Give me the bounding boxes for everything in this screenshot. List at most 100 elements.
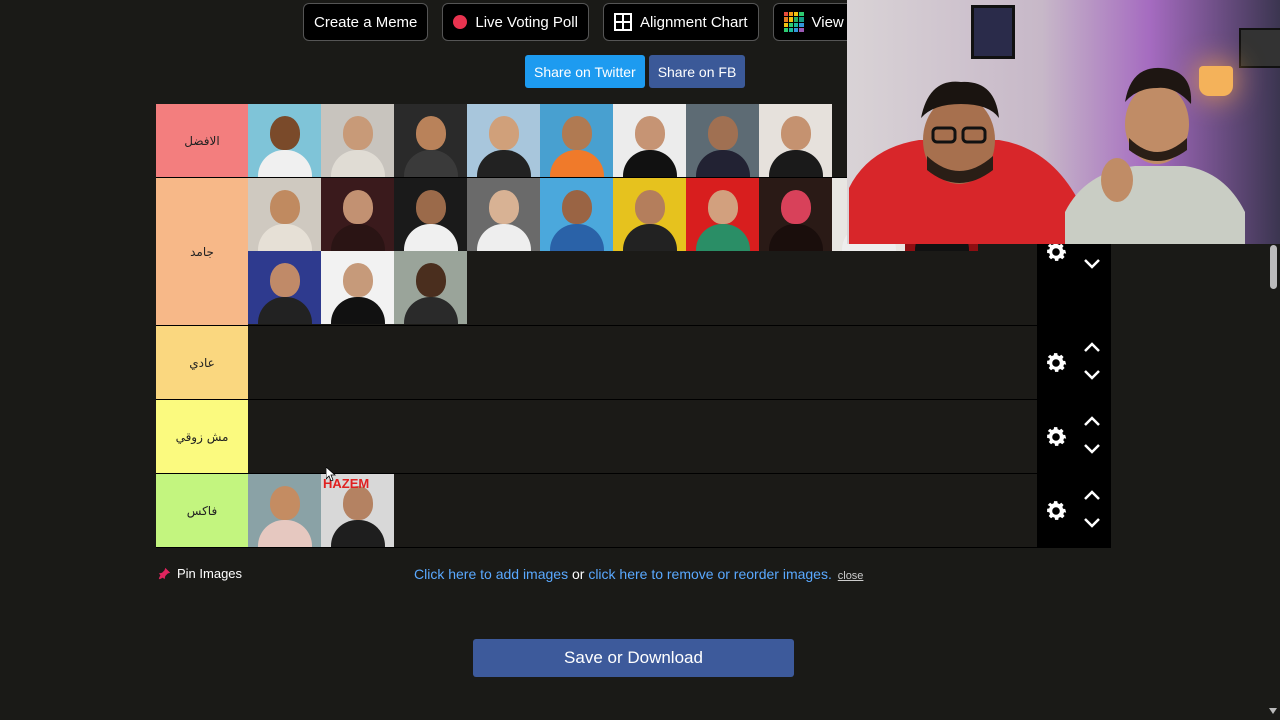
scrollbar-thumb[interactable] bbox=[1270, 245, 1277, 289]
thumbnail-figure bbox=[623, 224, 677, 251]
record-dot-icon bbox=[453, 15, 468, 29]
alignment-chart-label: Alignment Chart bbox=[639, 13, 748, 31]
tier-items[interactable] bbox=[248, 400, 1037, 473]
share-fb-label: Share on FB bbox=[657, 63, 737, 80]
tier-item-image[interactable] bbox=[248, 251, 321, 324]
share-twitter-button[interactable]: Share on Twitter bbox=[525, 55, 645, 88]
add-images-link[interactable]: Click here to add images bbox=[414, 566, 568, 582]
thumbnail-face bbox=[416, 190, 446, 224]
tier-item-image[interactable] bbox=[394, 104, 467, 177]
alignment-chart-button[interactable]: Alignment Chart bbox=[602, 3, 759, 41]
or-text: or bbox=[571, 566, 585, 582]
thumbnail-face bbox=[416, 263, 446, 297]
tier-item-image[interactable] bbox=[248, 474, 321, 547]
tier-item-image[interactable] bbox=[321, 251, 394, 324]
thumbnail-figure bbox=[696, 150, 750, 177]
thumbnail-figure bbox=[769, 224, 823, 251]
gear-icon[interactable] bbox=[1043, 350, 1069, 376]
share-buttons: Share on Twitter Share on FB bbox=[525, 55, 746, 88]
tier-item-image[interactable] bbox=[467, 104, 540, 177]
thumbnail-figure bbox=[331, 150, 385, 177]
tier-item-image[interactable] bbox=[321, 104, 394, 177]
create-meme-label: Create a Meme bbox=[314, 13, 418, 31]
thumbnail-face bbox=[562, 190, 592, 224]
thumbnail-face bbox=[708, 190, 738, 224]
tier-item-image[interactable] bbox=[686, 178, 759, 251]
tier-label[interactable]: جامد bbox=[156, 178, 248, 325]
tier-item-image[interactable] bbox=[248, 104, 321, 177]
tier-item-image[interactable] bbox=[686, 104, 759, 177]
thumbnail-face bbox=[343, 263, 373, 297]
chevron-up-icon[interactable] bbox=[1083, 415, 1101, 427]
tier-item-image[interactable] bbox=[613, 104, 686, 177]
chevron-down-icon[interactable] bbox=[1083, 258, 1101, 270]
tier-row: عادي bbox=[156, 326, 1111, 400]
thumbnail-figure bbox=[404, 150, 458, 177]
thumbnail-face bbox=[270, 486, 300, 520]
page-scrollbar[interactable] bbox=[1266, 244, 1280, 720]
tier-label[interactable]: الافضل bbox=[156, 104, 248, 177]
tier-item-image[interactable] bbox=[759, 178, 832, 251]
tier-item-image[interactable]: HAZEM bbox=[321, 474, 394, 547]
tier-item-image[interactable] bbox=[321, 178, 394, 251]
tier-label[interactable]: عادي bbox=[156, 326, 248, 399]
thumbnail-face bbox=[489, 116, 519, 150]
tier-item-image[interactable] bbox=[394, 251, 467, 324]
chevron-down-icon[interactable] bbox=[1083, 443, 1101, 455]
thumbnail-figure bbox=[404, 224, 458, 251]
tier-row: مش زوقي bbox=[156, 400, 1111, 474]
thumbnail-figure bbox=[477, 224, 531, 251]
wall-picture-frame bbox=[1239, 28, 1280, 68]
tier-item-image[interactable] bbox=[248, 178, 321, 251]
tier-item-image[interactable] bbox=[613, 178, 686, 251]
save-download-button[interactable]: Save or Download bbox=[473, 639, 794, 677]
thumbnail-face bbox=[489, 190, 519, 224]
thumbnail-face bbox=[781, 116, 811, 150]
pin-images-toggle[interactable]: Pin Images bbox=[158, 566, 242, 581]
thumbnail-figure bbox=[258, 224, 312, 251]
thumbnail-face bbox=[270, 116, 300, 150]
tier-row: فاكس HAZEM bbox=[156, 474, 1111, 548]
tier-item-image[interactable] bbox=[540, 104, 613, 177]
thumbnail-face bbox=[343, 190, 373, 224]
chevron-down-icon[interactable] bbox=[1083, 517, 1101, 529]
thumbnail-figure bbox=[331, 224, 385, 251]
chevron-down-icon[interactable] bbox=[1083, 369, 1101, 381]
thumbnail-figure bbox=[550, 150, 604, 177]
thumbnail-figure bbox=[477, 150, 531, 177]
thumbnail-figure bbox=[258, 520, 312, 547]
chevron-up-icon[interactable] bbox=[1083, 489, 1101, 501]
gear-icon[interactable] bbox=[1043, 498, 1069, 524]
thumbnail-figure bbox=[331, 520, 385, 547]
tier-label[interactable]: مش زوقي bbox=[156, 400, 248, 473]
share-fb-button[interactable]: Share on FB bbox=[648, 55, 746, 88]
thumbnail-face bbox=[416, 116, 446, 150]
scroll-down-arrow-icon[interactable] bbox=[1269, 708, 1277, 714]
streamer-right bbox=[1065, 67, 1245, 244]
tier-item-image[interactable] bbox=[759, 104, 832, 177]
tier-controls bbox=[1037, 400, 1111, 473]
tier-item-image[interactable] bbox=[540, 178, 613, 251]
tier-controls bbox=[1037, 474, 1111, 547]
close-link[interactable]: close bbox=[838, 570, 864, 582]
create-meme-button[interactable]: Create a Meme bbox=[303, 3, 429, 41]
thumbnail-figure bbox=[550, 224, 604, 251]
thumbnail-face bbox=[343, 486, 373, 520]
tier-item-image[interactable] bbox=[394, 178, 467, 251]
thumbnail-figure bbox=[404, 297, 458, 324]
tier-items[interactable] bbox=[248, 326, 1037, 399]
thumbnail-figure bbox=[769, 150, 823, 177]
image-links: Click here to add images or click here t… bbox=[414, 566, 863, 582]
mouse-cursor-icon bbox=[326, 467, 336, 481]
tier-items[interactable]: HAZEM bbox=[248, 474, 1037, 547]
tier-label[interactable]: فاكس bbox=[156, 474, 248, 547]
thumbnail-figure bbox=[623, 150, 677, 177]
gear-icon[interactable] bbox=[1043, 424, 1069, 450]
tier-item-image[interactable] bbox=[467, 178, 540, 251]
thumbnail-figure bbox=[331, 297, 385, 324]
chevron-up-icon[interactable] bbox=[1083, 341, 1101, 353]
thumbnail-face bbox=[781, 190, 811, 224]
remove-images-link[interactable]: click here to remove or reorder images. bbox=[588, 566, 832, 582]
live-voting-poll-button[interactable]: Live Voting Poll bbox=[442, 3, 589, 41]
thumbnail-face bbox=[343, 116, 373, 150]
